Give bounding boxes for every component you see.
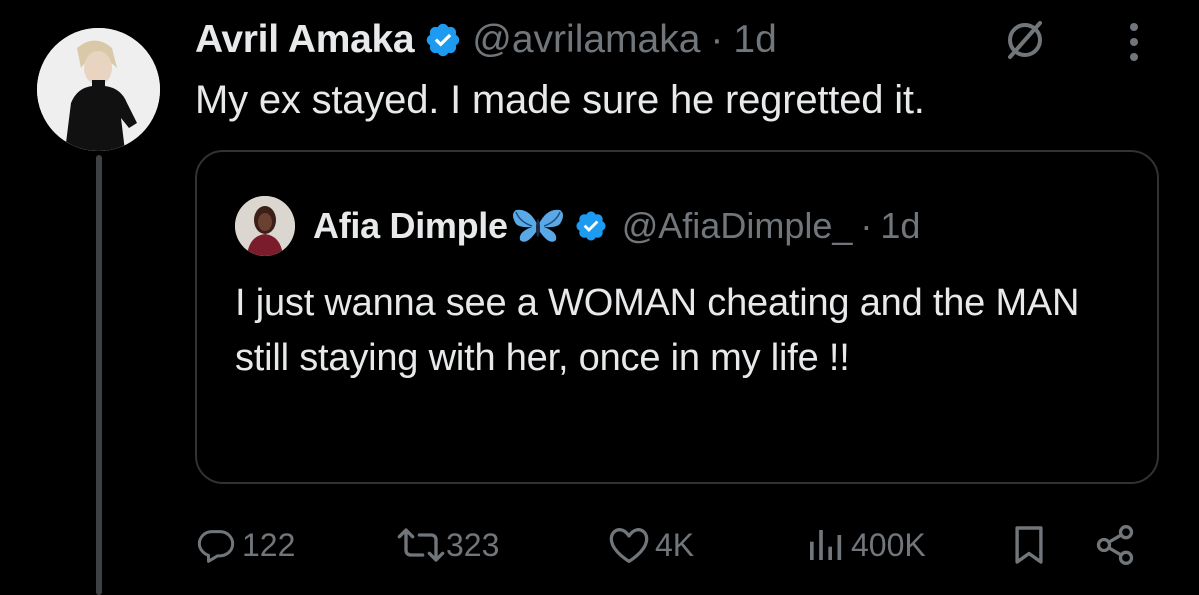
repost-icon — [397, 528, 445, 562]
author-avatar[interactable] — [37, 28, 160, 151]
quoted-tweet-time[interactable]: 1d — [880, 205, 920, 247]
tweet-time[interactable]: 1d — [733, 18, 776, 62]
quoted-author-name[interactable]: Afia Dimple — [313, 205, 508, 247]
like-button[interactable]: 4K — [607, 522, 694, 568]
repost-count: 323 — [446, 526, 500, 563]
author-handle[interactable]: @avrilamaka — [472, 18, 700, 62]
author-name[interactable]: Avril Amaka — [195, 18, 415, 62]
quoted-tweet-text: I just wanna see a WOMAN cheating and th… — [235, 282, 1080, 379]
verified-badge-icon — [427, 23, 460, 57]
views-button[interactable]: 400K — [805, 522, 926, 568]
share-button[interactable] — [1093, 522, 1137, 568]
quoted-tweet-card[interactable]: Afia Dimple @AfiaDimple_ · 1d I just wan… — [195, 150, 1159, 484]
separator-dot: · — [710, 18, 724, 61]
share-icon — [1096, 525, 1134, 565]
grok-icon[interactable] — [1002, 17, 1048, 63]
verified-badge-icon — [576, 211, 606, 241]
tweet-text: My ex stayed. I made sure he regretted i… — [195, 78, 925, 122]
butterfly-icon — [512, 209, 563, 242]
quoted-author-avatar[interactable] — [235, 196, 295, 256]
reply-count: 122 — [242, 526, 296, 563]
separator-dot: · — [860, 205, 873, 246]
reply-icon — [197, 530, 235, 563]
thread-line — [96, 155, 102, 595]
quoted-tweet-header: Afia Dimple @AfiaDimple_ · 1d — [313, 196, 920, 256]
like-count: 4K — [655, 526, 695, 563]
repost-button[interactable]: 323 — [396, 522, 499, 568]
bookmark-icon — [1015, 526, 1043, 564]
view-count: 400K — [851, 526, 926, 563]
quoted-author-handle[interactable]: @AfiaDimple_ — [622, 205, 853, 247]
views-icon — [810, 530, 842, 560]
tweet-header: Avril Amaka @avrilamaka · 1d — [195, 12, 777, 68]
like-icon — [609, 528, 649, 563]
bookmark-button[interactable] — [1012, 522, 1046, 568]
reply-button[interactable]: 122 — [196, 522, 295, 568]
more-icon[interactable] — [1127, 20, 1141, 64]
